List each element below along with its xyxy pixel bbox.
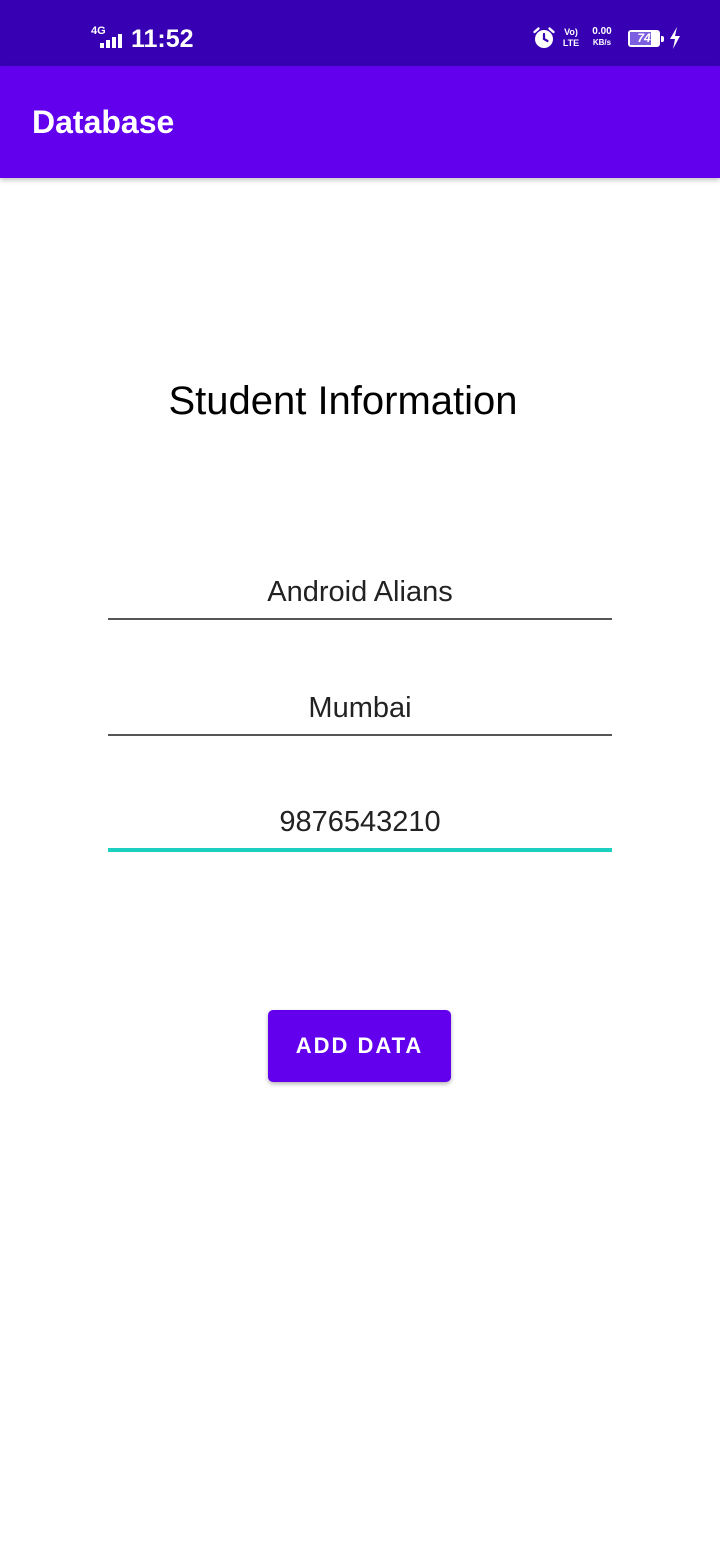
city-field — [108, 684, 612, 736]
name-underline — [108, 618, 612, 620]
clock: 11:52 — [131, 25, 194, 53]
page-heading: Student Information — [168, 379, 518, 423]
charging-bolt-icon — [670, 27, 680, 49]
name-input[interactable] — [108, 568, 612, 616]
network-speed: 0.00 KB/s — [588, 26, 616, 48]
speed-unit: KB/s — [592, 38, 612, 47]
volte-top-label: Vo) — [564, 27, 578, 37]
volte-indicator: Vo) LTE — [561, 27, 581, 49]
city-underline — [108, 734, 612, 736]
city-input[interactable] — [108, 684, 612, 732]
app-bar: Database — [0, 66, 720, 178]
phone-underline — [108, 848, 612, 852]
battery-icon: 74 — [628, 30, 660, 47]
volte-bottom-label: LTE — [562, 38, 580, 48]
signal-bars-icon — [100, 34, 122, 48]
battery-tip — [661, 36, 664, 42]
phone-field — [108, 798, 612, 852]
alarm-clock-icon — [533, 27, 555, 48]
app-title: Database — [32, 104, 175, 140]
add-data-button[interactable]: ADD DATA — [268, 1010, 451, 1082]
battery-level: 74 — [637, 31, 651, 45]
status-bar: 4G 11:52 Vo) LTE 0.00 KB/s 74 — [0, 0, 720, 66]
status-icons: Vo) LTE 0.00 KB/s 74 — [532, 26, 692, 52]
name-field — [108, 568, 612, 620]
phone-input[interactable] — [108, 798, 612, 846]
speed-value: 0.00 — [592, 26, 612, 37]
